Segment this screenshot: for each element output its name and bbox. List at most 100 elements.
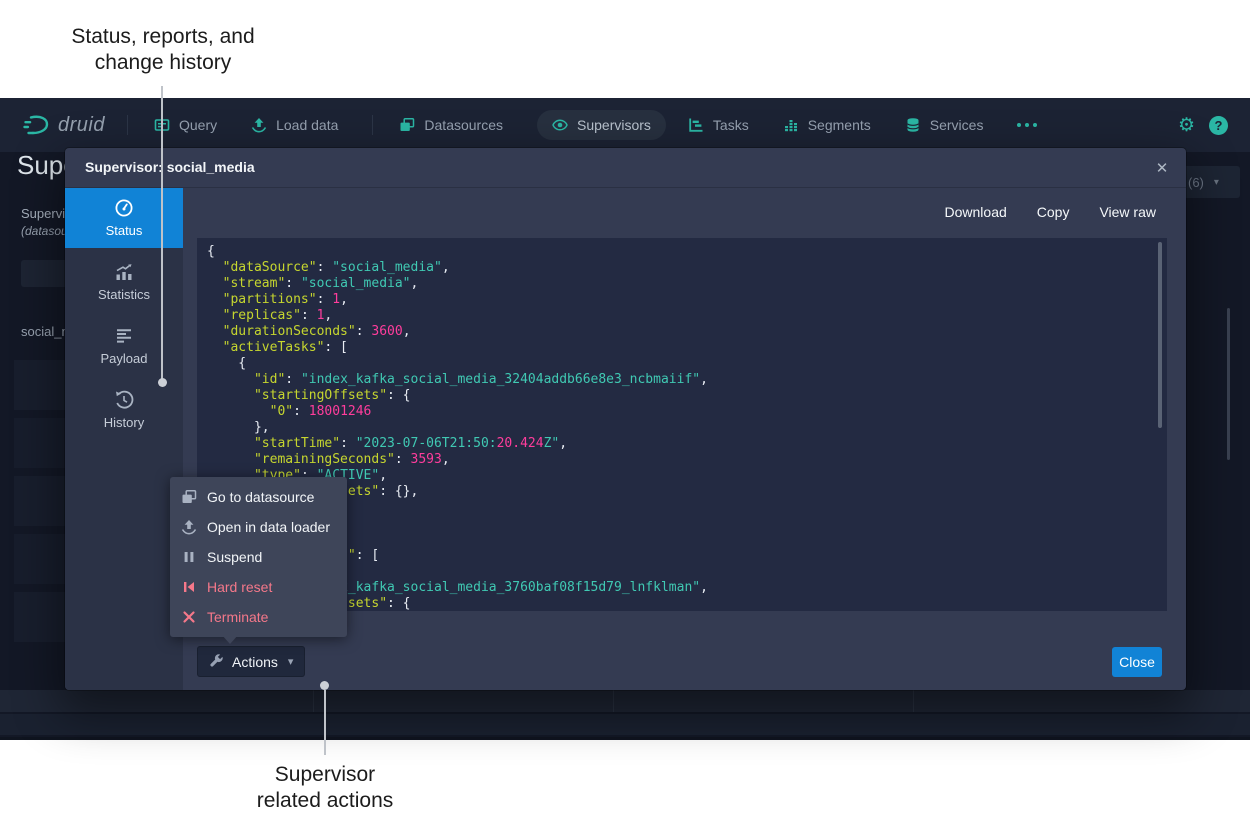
actions-button-label: Actions	[232, 654, 278, 670]
nav-item-label: Load data	[276, 117, 338, 133]
chevron-down-icon: ▾	[288, 655, 294, 668]
annotation-callout-line-top	[161, 86, 163, 379]
more-icon	[1025, 123, 1029, 127]
table-row	[0, 714, 1250, 735]
background-scrollbar	[1227, 308, 1230, 460]
menu-item-go-to-datasource[interactable]: Go to datasource	[170, 482, 347, 512]
druid-logo[interactable]: druid	[22, 114, 105, 137]
nav-item-query[interactable]: Query	[154, 117, 217, 133]
auto-refresh-button-fragment: (6) ▾	[1186, 166, 1240, 198]
nav-item-tasks[interactable]: Tasks	[688, 117, 749, 133]
nav-more-button[interactable]	[1017, 123, 1037, 127]
settings-gear-icon[interactable]: ⚙	[1178, 116, 1195, 135]
segments-icon	[783, 117, 799, 133]
history-clock-icon	[114, 390, 134, 410]
modal-sidebar: Status Statistics Payload History	[65, 188, 183, 690]
copy-button[interactable]: Copy	[1037, 204, 1070, 220]
nav-item-label: Services	[930, 117, 984, 133]
tab-status[interactable]: Status	[65, 188, 183, 248]
tab-label: Payload	[101, 351, 148, 366]
nav-item-label: Supervisors	[577, 117, 651, 133]
annotation-bottom-line2: related actions	[175, 788, 475, 814]
tab-label: History	[104, 415, 144, 430]
load-data-icon	[251, 117, 267, 133]
align-left-icon	[114, 326, 134, 346]
table-row	[14, 418, 68, 468]
modal-title: Supervisor: social_media	[85, 159, 255, 175]
table-row	[14, 360, 68, 410]
druid-logo-icon	[22, 114, 50, 136]
annotation-callout-dot-top	[158, 378, 167, 387]
tab-label: Statistics	[98, 287, 150, 302]
step-backward-icon	[181, 579, 197, 595]
menu-item-label: Go to datasource	[207, 489, 314, 505]
editor-toolbar: Download Copy View raw	[945, 204, 1157, 220]
screenshot-root: druid Query Load data Datasour	[0, 0, 1250, 840]
menu-item-label: Hard reset	[207, 579, 272, 595]
nav-item-load-data[interactable]: Load data	[251, 117, 338, 133]
tab-statistics[interactable]: Statistics	[65, 252, 183, 312]
table-row	[14, 534, 68, 584]
menu-item-label: Suspend	[207, 549, 262, 565]
datasources-icon	[399, 117, 415, 133]
data-loader-icon	[181, 519, 197, 535]
nav-item-supervisors-active[interactable]: Supervisors	[537, 110, 666, 140]
menu-item-suspend[interactable]: Suspend	[170, 542, 347, 572]
datasource-icon	[181, 489, 197, 505]
table-row	[14, 476, 68, 526]
menu-item-open-in-data-loader[interactable]: Open in data loader	[170, 512, 347, 542]
table-row	[14, 592, 68, 642]
close-icon[interactable]: ✕	[1150, 156, 1174, 180]
nav-item-label: Segments	[808, 117, 871, 133]
druid-logo-text: druid	[58, 114, 105, 137]
column-separator	[313, 690, 314, 712]
nav-divider	[372, 115, 373, 135]
auto-refresh-label: (6)	[1188, 175, 1204, 190]
bar-chart-icon	[114, 262, 134, 282]
menu-item-label: Terminate	[207, 609, 268, 625]
tab-label: Status	[106, 223, 143, 238]
view-raw-button[interactable]: View raw	[1099, 204, 1156, 220]
nav-item-datasources[interactable]: Datasources	[399, 117, 503, 133]
nav-item-services[interactable]: Services	[905, 117, 984, 133]
actions-popover-menu: Go to datasource Open in data loader Sus…	[170, 477, 347, 637]
annotation-top-line1: Status, reports, and	[13, 24, 313, 50]
more-icon	[1017, 123, 1021, 127]
nav-item-label: Query	[179, 117, 217, 133]
annotation-bottom-line1: Supervisor	[175, 762, 475, 788]
table-row	[0, 690, 1250, 712]
close-button[interactable]: Close	[1112, 647, 1162, 677]
editor-scrollbar[interactable]	[1158, 242, 1162, 428]
annotation-bottom: Supervisor related actions	[175, 762, 475, 814]
tab-payload[interactable]: Payload	[65, 316, 183, 376]
annotation-callout-dot-bottom	[320, 681, 329, 690]
menu-item-label: Open in data loader	[207, 519, 330, 535]
chevron-down-icon: ▾	[1214, 177, 1219, 188]
modal-header: Supervisor: social_media ✕	[65, 148, 1186, 188]
tab-history[interactable]: History	[65, 380, 183, 440]
annotation-callout-line-bottom	[324, 690, 326, 755]
column-separator	[913, 690, 914, 712]
popover-arrow	[221, 634, 239, 644]
tasks-icon	[688, 117, 704, 133]
nav-item-segments[interactable]: Segments	[783, 117, 871, 133]
table-edge	[0, 737, 1250, 740]
annotation-top-line2: change history	[13, 50, 313, 76]
help-icon[interactable]: ?	[1209, 116, 1228, 135]
nav-divider	[127, 115, 128, 135]
nav-item-label: Datasources	[424, 117, 503, 133]
download-button[interactable]: Download	[945, 204, 1007, 220]
top-navbar: druid Query Load data Datasour	[0, 98, 1250, 152]
menu-item-terminate[interactable]: Terminate	[170, 602, 347, 632]
pause-icon	[181, 549, 197, 565]
menu-item-hard-reset[interactable]: Hard reset	[170, 572, 347, 602]
gauge-icon	[114, 198, 134, 218]
wrench-icon	[209, 654, 224, 669]
supervisors-eye-icon	[552, 117, 568, 133]
more-icon	[1033, 123, 1037, 127]
nav-item-label: Tasks	[713, 117, 749, 133]
services-icon	[905, 117, 921, 133]
cross-icon	[181, 609, 197, 625]
actions-button[interactable]: Actions ▾	[197, 646, 305, 677]
column-separator	[613, 690, 614, 712]
